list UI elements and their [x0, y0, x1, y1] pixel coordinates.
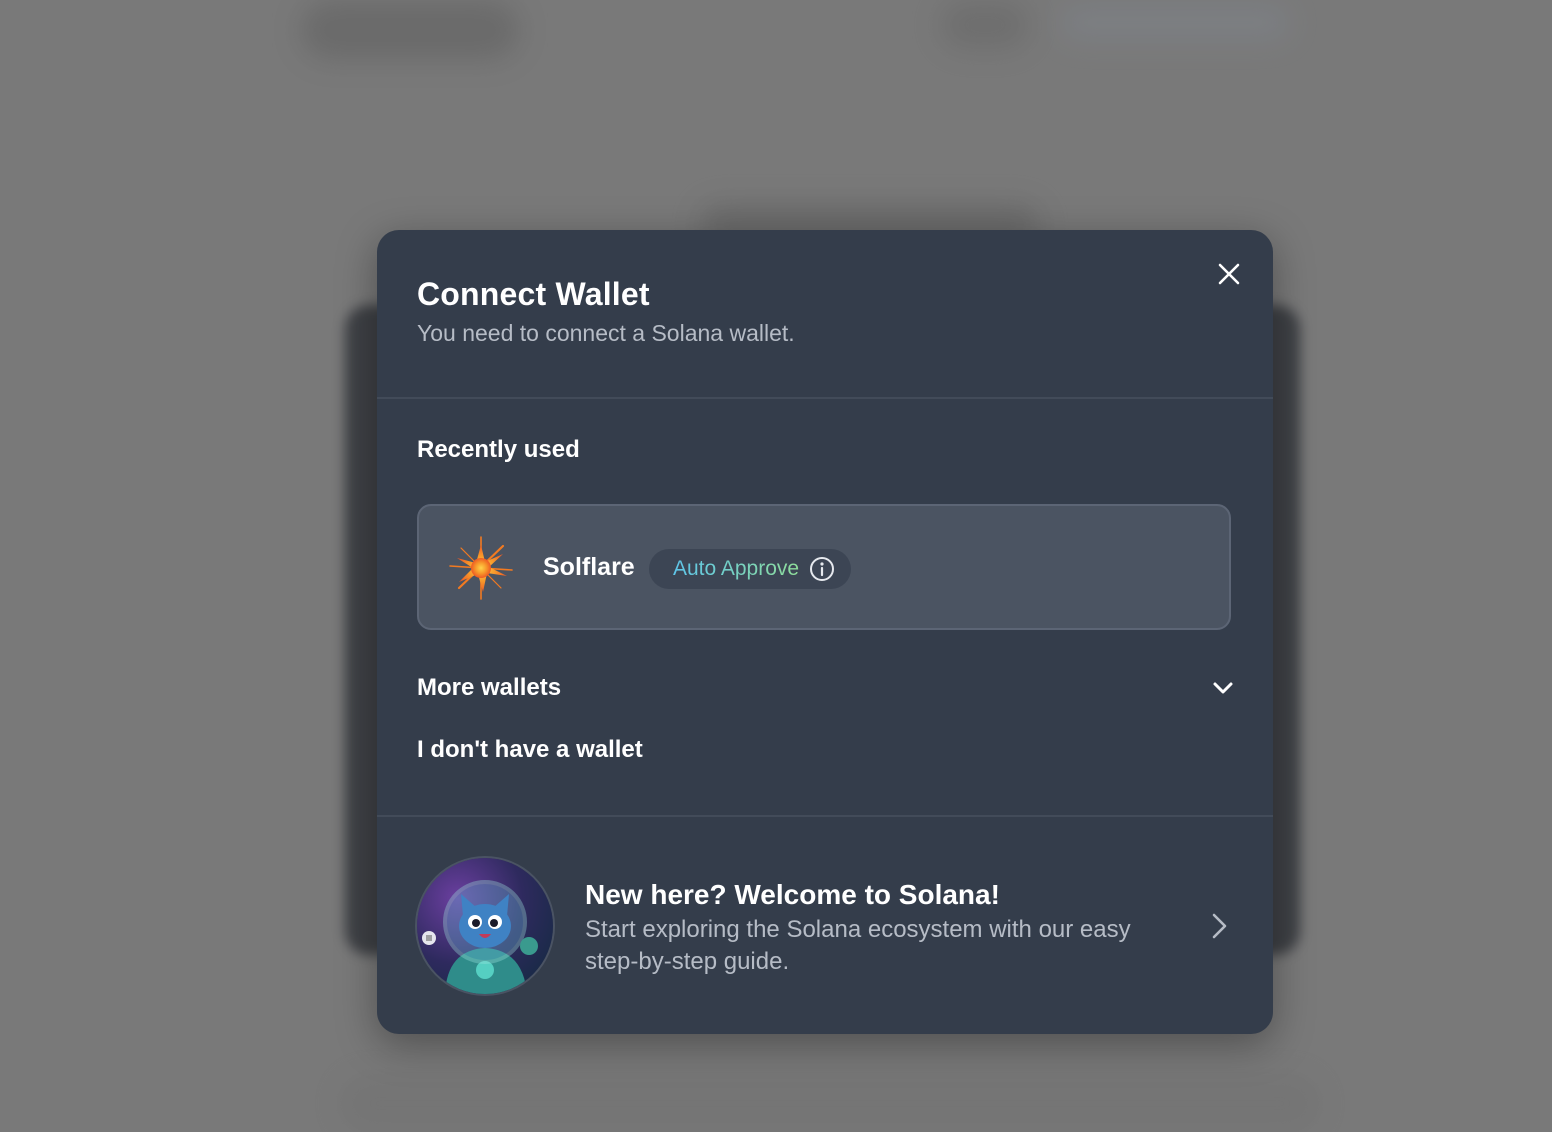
recently-used-heading: Recently used	[417, 436, 580, 463]
more-wallets-label: More wallets	[417, 674, 562, 701]
promo-description: Start exploring the Solana ecosystem wit…	[585, 916, 1131, 975]
auto-approve-label: Auto Approve	[673, 557, 800, 580]
chevron-down-icon	[1213, 682, 1233, 694]
divider	[377, 397, 1273, 399]
promo-title: New here? Welcome to Solana!	[585, 879, 1000, 910]
auto-approve-badge: Auto Approve	[649, 549, 852, 589]
wallet-name: Solflare	[543, 553, 635, 581]
modal-title: Connect Wallet	[417, 276, 650, 312]
more-wallets-toggle[interactable]: More wallets	[417, 670, 1235, 706]
connect-wallet-modal: Connect Wallet You need to connect a Sol…	[377, 230, 1273, 1034]
divider	[377, 815, 1273, 817]
modal-subtitle: You need to connect a Solana wallet.	[417, 320, 795, 346]
modal-header: Connect Wallet You need to connect a Sol…	[417, 274, 1233, 348]
solflare-star-icon	[449, 536, 513, 600]
no-wallet-link[interactable]: I don't have a wallet	[417, 736, 643, 764]
wallet-option-solflare[interactable]: Solflare Auto Approve	[417, 504, 1231, 630]
chevron-right-icon	[1212, 913, 1227, 939]
info-icon[interactable]	[809, 556, 835, 582]
welcome-guide-card[interactable]: New here? Welcome to Solana! Start explo…	[417, 858, 1235, 996]
astronaut-cat-avatar	[417, 858, 553, 994]
